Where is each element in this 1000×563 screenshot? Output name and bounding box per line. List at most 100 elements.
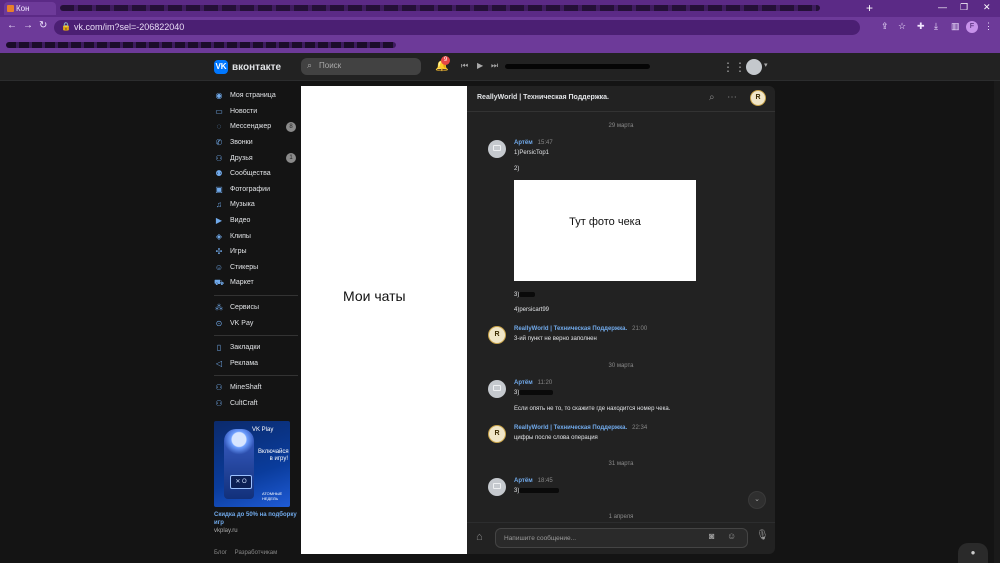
sidebar-item-cultcraft[interactable]: ⚇ CultCraft — [214, 396, 298, 412]
sidebar-item-video[interactable]: ▶ Видео — [214, 213, 298, 229]
search-input[interactable]: ⌕ Поиск — [301, 58, 421, 75]
chat-list-placeholder: Мои чаты — [343, 288, 406, 304]
ad-title-link[interactable]: Скидка до 50% на подборку игр — [214, 511, 298, 527]
camera-icon[interactable]: ◙ — [709, 531, 714, 541]
sidebar-item-my-page[interactable]: ◉ Моя страница — [214, 88, 298, 104]
sidebar-item-vkpay[interactable]: ⊙ VK Pay — [214, 315, 298, 331]
sidebar-item-music[interactable]: ♫ Музыка — [214, 197, 298, 213]
message-text: 4)persicart99 — [514, 307, 550, 313]
sidebar-item-news[interactable]: ▭ Новости — [214, 104, 298, 120]
sidebar-item-label: Мессенджер — [230, 123, 272, 131]
vkpay-icon: ⊙ — [215, 318, 223, 328]
user-avatar[interactable] — [746, 59, 762, 75]
sidebar-item-messenger[interactable]: ◌ Мессенджер 8 — [214, 119, 298, 135]
receipt-photo[interactable]: Тут фото чека — [514, 180, 696, 281]
back-icon[interactable]: ← — [7, 20, 17, 31]
message-header: Артём 18:45 — [514, 478, 553, 484]
chevron-down-icon[interactable]: ▾ — [764, 61, 768, 69]
message-time: 18:45 — [537, 478, 553, 484]
notifications-bell-icon[interactable]: 🔔 9 — [435, 56, 450, 72]
camera-icon — [493, 385, 501, 391]
sidebar-item-photos[interactable]: ▣ Фотографии — [214, 182, 298, 198]
minimize-icon[interactable]: — — [938, 2, 947, 12]
megaphone-icon: ◁ — [215, 358, 223, 368]
sidebar-item-communities[interactable]: ⚉ Сообщества — [214, 166, 298, 182]
vkplay-ad-banner[interactable]: ✕ O VK Play Включайся в игру! АТОМНЫЕ НЕ… — [214, 421, 290, 507]
sender-avatar[interactable] — [488, 140, 506, 158]
star-icon[interactable]: ☆ — [898, 21, 906, 32]
sender-avatar[interactable]: R — [488, 425, 506, 443]
address-bar[interactable]: 🔒 vk.com/im?sel=-206822040 — [54, 20, 860, 35]
emoji-icon[interactable]: ☺ — [727, 531, 736, 541]
forward-icon[interactable]: → — [23, 20, 33, 31]
message-composer: ⌂ Напишите сообщение... ◙ ☺ 🎙 — [467, 522, 775, 554]
menu-icon[interactable]: ⋮ — [984, 21, 993, 32]
search-icon[interactable]: ⌕ — [709, 92, 715, 103]
message-text: 3) — [514, 488, 560, 494]
notifications-badge: 9 — [441, 56, 450, 65]
group-icon: ⚇ — [215, 383, 223, 393]
sender-avatar[interactable]: R — [488, 326, 506, 344]
maximize-icon[interactable]: ❐ — [960, 2, 968, 13]
close-window-icon[interactable]: ✕ — [983, 2, 991, 13]
redacted-tabs — [60, 5, 820, 11]
conversation-panel: ReallyWorld | Техническая Поддержка. ⌕ ⋯… — [467, 86, 775, 554]
sidebar-item-ads[interactable]: ◁ Реклама — [214, 356, 298, 372]
sidebar-item-label: Звонки — [230, 139, 253, 147]
url-text: vk.com/im?sel=-206822040 — [74, 22, 185, 32]
attach-icon[interactable]: ⌂ — [476, 531, 483, 543]
footer-link-developers[interactable]: Разработчикам — [235, 550, 278, 556]
sidebar-item-label: MineShaft — [230, 384, 262, 392]
prev-track-icon[interactable]: ⏮ — [461, 61, 468, 71]
extensions-icon[interactable]: ✚ — [917, 21, 925, 32]
sender-name[interactable]: ReallyWorld | Техническая Поддержка. — [514, 326, 627, 332]
sidebar-item-market[interactable]: ⛟ Маркет — [214, 275, 298, 291]
sidebar-item-games[interactable]: ✣ Игры — [214, 244, 298, 260]
sender-avatar[interactable] — [488, 478, 506, 496]
sender-avatar[interactable] — [488, 380, 506, 398]
sidebar-item-mineshaft[interactable]: ⚇ MineShaft — [214, 380, 298, 396]
download-icon[interactable]: ⤓ — [934, 21, 938, 32]
profile-avatar[interactable]: F — [966, 21, 978, 33]
page-scrollbar[interactable] — [994, 81, 1000, 563]
footer-link-blog[interactable]: Блог — [214, 550, 227, 556]
sidebar-item-label: Новости — [230, 107, 258, 115]
sender-name[interactable]: Артём — [514, 380, 533, 386]
message-text: 3-ий пункт не верно заполнен — [514, 336, 597, 342]
user-circle-icon: ◉ — [215, 91, 223, 101]
sidebar-item-bookmarks[interactable]: ▯ Закладки — [214, 340, 298, 356]
left-sidebar: ◉ Моя страница ▭ Новости ◌ Мессенджер 8 ✆ Зво… — [214, 88, 298, 411]
browser-tab[interactable]: Кон — [4, 2, 56, 15]
reload-icon[interactable]: ↻ — [39, 20, 47, 31]
sidebar-item-stickers[interactable]: ☺ Стикеры — [214, 260, 298, 276]
sender-name[interactable]: Артём — [514, 478, 533, 484]
sidebar-item-friends[interactable]: ⚇ Друзья 1 — [214, 150, 298, 166]
sender-name[interactable]: ReallyWorld | Техническая Поддержка. — [514, 425, 627, 431]
ad-site: vkplay.ru — [214, 528, 238, 534]
message-time: 22:34 — [632, 425, 648, 431]
sidepanel-icon[interactable]: ▥ — [951, 21, 960, 32]
conversation-avatar[interactable]: R — [750, 90, 766, 106]
sidebar-item-label: Игры — [230, 248, 247, 256]
sender-name[interactable]: Артём — [514, 140, 533, 146]
vk-logo[interactable]: VK вконтакте — [214, 60, 281, 74]
play-icon[interactable]: ▶ — [477, 61, 483, 70]
ad-brand: VK Play — [252, 427, 274, 433]
vk-favicon-icon — [7, 5, 14, 12]
sidebar-item-services[interactable]: ⁂ Сервисы — [214, 300, 298, 316]
next-track-icon[interactable]: ⏭ — [491, 61, 498, 71]
conversation-title[interactable]: ReallyWorld | Техническая Поддержка. — [477, 94, 609, 101]
sidebar-item-label: Закладки — [230, 344, 261, 352]
sidebar-item-calls[interactable]: ✆ Звонки — [214, 135, 298, 151]
scroll-down-button[interactable]: ⌄ — [748, 491, 766, 509]
new-tab-icon[interactable]: + — [866, 1, 873, 15]
date-separator: 29 марта — [608, 123, 634, 129]
message-text: 3) — [514, 390, 554, 396]
apps-grid-icon[interactable]: ⋮⋮ — [722, 60, 746, 74]
chat-list-panel: Мои чаты — [301, 86, 467, 554]
more-icon[interactable]: ⋯ — [727, 92, 737, 103]
microphone-icon[interactable]: 🎙 — [756, 530, 769, 541]
sidebar-item-clips[interactable]: ◈ Клипы — [214, 228, 298, 244]
share-icon[interactable]: ⇪ — [881, 21, 889, 32]
chat-widget-button[interactable]: ● — [958, 543, 988, 563]
